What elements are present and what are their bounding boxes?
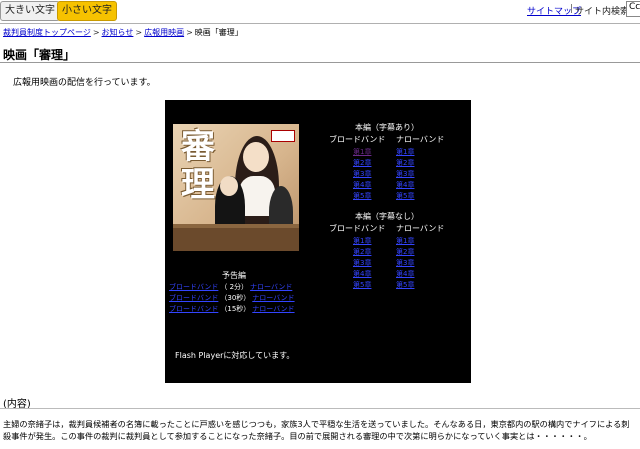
trailer-15s-broadband-link[interactable]: ブロードバンド [169, 305, 218, 313]
with-subs-heading: 本編（字幕あり） [355, 123, 419, 132]
trailer-heading: 予告編 [222, 271, 246, 280]
intro-text: 広報用映画の配信を行っています。 [13, 78, 156, 88]
trailer-duration: （ 2分） [220, 283, 249, 291]
without-subs-broadband-header: ブロードバンド [329, 224, 386, 233]
breadcrumb-separator: > [135, 28, 143, 37]
site-search-input[interactable]: Cc [626, 1, 640, 17]
without-subs-narrowband-header: ナローバンド [396, 224, 445, 233]
trailer-duration: （15秒） [220, 305, 251, 313]
with-subs-narrowband-chapter-5-link[interactable]: 第5章 [396, 191, 414, 201]
without-subs-narrowband-chapter-4-link[interactable]: 第4章 [396, 269, 414, 279]
with-subs-broadband-chapter-5-link[interactable]: 第5章 [353, 191, 371, 201]
with-subs-narrowband-chapter-2-link[interactable]: 第2章 [396, 158, 414, 168]
without-subs-narrowband-chapter-5-link[interactable]: 第5章 [396, 280, 414, 290]
without-subs-narrowband-chapter-2-link[interactable]: 第2章 [396, 247, 414, 257]
breadcrumb-link-films[interactable]: 広報用映画 [144, 28, 184, 37]
breadcrumb-link-top[interactable]: 裁判員制度トップページ [3, 28, 91, 37]
with-subs-broadband-chapter-1-link[interactable]: 第1章 [353, 147, 371, 157]
media-panel: 審理 本編（字幕あり） ブロードバンド ナローバンド 第1章 第1章 第2章 第2章第… [165, 100, 471, 383]
without-subs-broadband-chapter-2-link[interactable]: 第2章 [353, 247, 371, 257]
poster-figure-left-face [220, 176, 238, 196]
poster-bench [173, 228, 299, 251]
without-subs-narrowband-chapter-3-link[interactable]: 第3章 [396, 258, 414, 268]
flash-player-note: Flash Playerに対応しています。 [175, 351, 295, 360]
site-search-label: サイト内検索 [575, 7, 630, 17]
large-text-button[interactable]: 大きい文字 [0, 1, 60, 21]
page-title: 映画「審理」 [3, 48, 76, 62]
with-subs-narrowband-chapter-3-link[interactable]: 第3章 [396, 169, 414, 179]
title-divider [0, 62, 640, 63]
top-bar: 大きい文字 小さい文字 サイトマップ | サイト内検索 Cc [0, 0, 640, 22]
with-subs-narrowband-chapter-1-link[interactable]: 第1章 [396, 147, 414, 157]
breadcrumb-separator: > [186, 28, 193, 37]
trailer-2min-broadband-link[interactable]: ブロードバンド [169, 283, 218, 291]
with-subs-broadband-header: ブロードバンド [329, 135, 386, 144]
without-subs-broadband-chapter-3-link[interactable]: 第3章 [353, 258, 371, 268]
header-divider [0, 23, 640, 24]
header-separator: | [570, 4, 574, 14]
trailer-row: ブロードバンド （15秒） ナローバンド [169, 304, 295, 314]
synopsis-text: 主婦の奈緒子は，裁判員候補者の名簿に載ったことに戸惑いを感じつつも，家族3人で平… [3, 419, 630, 441]
small-text-button[interactable]: 小さい文字 [57, 1, 117, 21]
movie-poster: 審理 [173, 124, 299, 251]
poster-badge [271, 130, 295, 142]
trailer-row: ブロードバンド（ 2分） ナローバンド [169, 282, 292, 292]
poster-figure-face [243, 142, 269, 172]
breadcrumb-separator: > [92, 28, 100, 37]
trailer-2min-narrowband-link[interactable]: ナローバンド [250, 283, 292, 291]
with-subs-broadband-chapter-3-link[interactable]: 第3章 [353, 169, 371, 179]
without-subs-broadband-chapter-1-link[interactable]: 第1章 [353, 236, 371, 246]
breadcrumb: 裁判員制度トップページ > お知らせ > 広報用映画 > 映画「審理」 [3, 27, 243, 38]
breadcrumb-current: 映画「審理」 [194, 28, 243, 37]
trailer-15s-narrowband-link[interactable]: ナローバンド [252, 305, 294, 313]
trailer-row: ブロードバンド （30秒） ナローバンド [169, 293, 295, 303]
content-divider [0, 408, 640, 409]
poster-title: 審理 [181, 127, 215, 205]
without-subs-narrowband-chapter-1-link[interactable]: 第1章 [396, 236, 414, 246]
without-subs-heading: 本編（字幕なし） [355, 212, 419, 221]
with-subs-broadband-chapter-4-link[interactable]: 第4章 [353, 180, 371, 190]
without-subs-broadband-chapter-5-link[interactable]: 第5章 [353, 280, 371, 290]
trailer-30s-broadband-link[interactable]: ブロードバンド [169, 294, 218, 302]
with-subs-narrowband-chapter-4-link[interactable]: 第4章 [396, 180, 414, 190]
with-subs-narrowband-header: ナローバンド [396, 135, 445, 144]
with-subs-broadband-chapter-2-link[interactable]: 第2章 [353, 158, 371, 168]
breadcrumb-link-news[interactable]: お知らせ [102, 28, 134, 37]
trailer-30s-narrowband-link[interactable]: ナローバンド [252, 294, 294, 302]
without-subs-broadband-chapter-4-link[interactable]: 第4章 [353, 269, 371, 279]
trailer-duration: （30秒） [220, 294, 251, 302]
